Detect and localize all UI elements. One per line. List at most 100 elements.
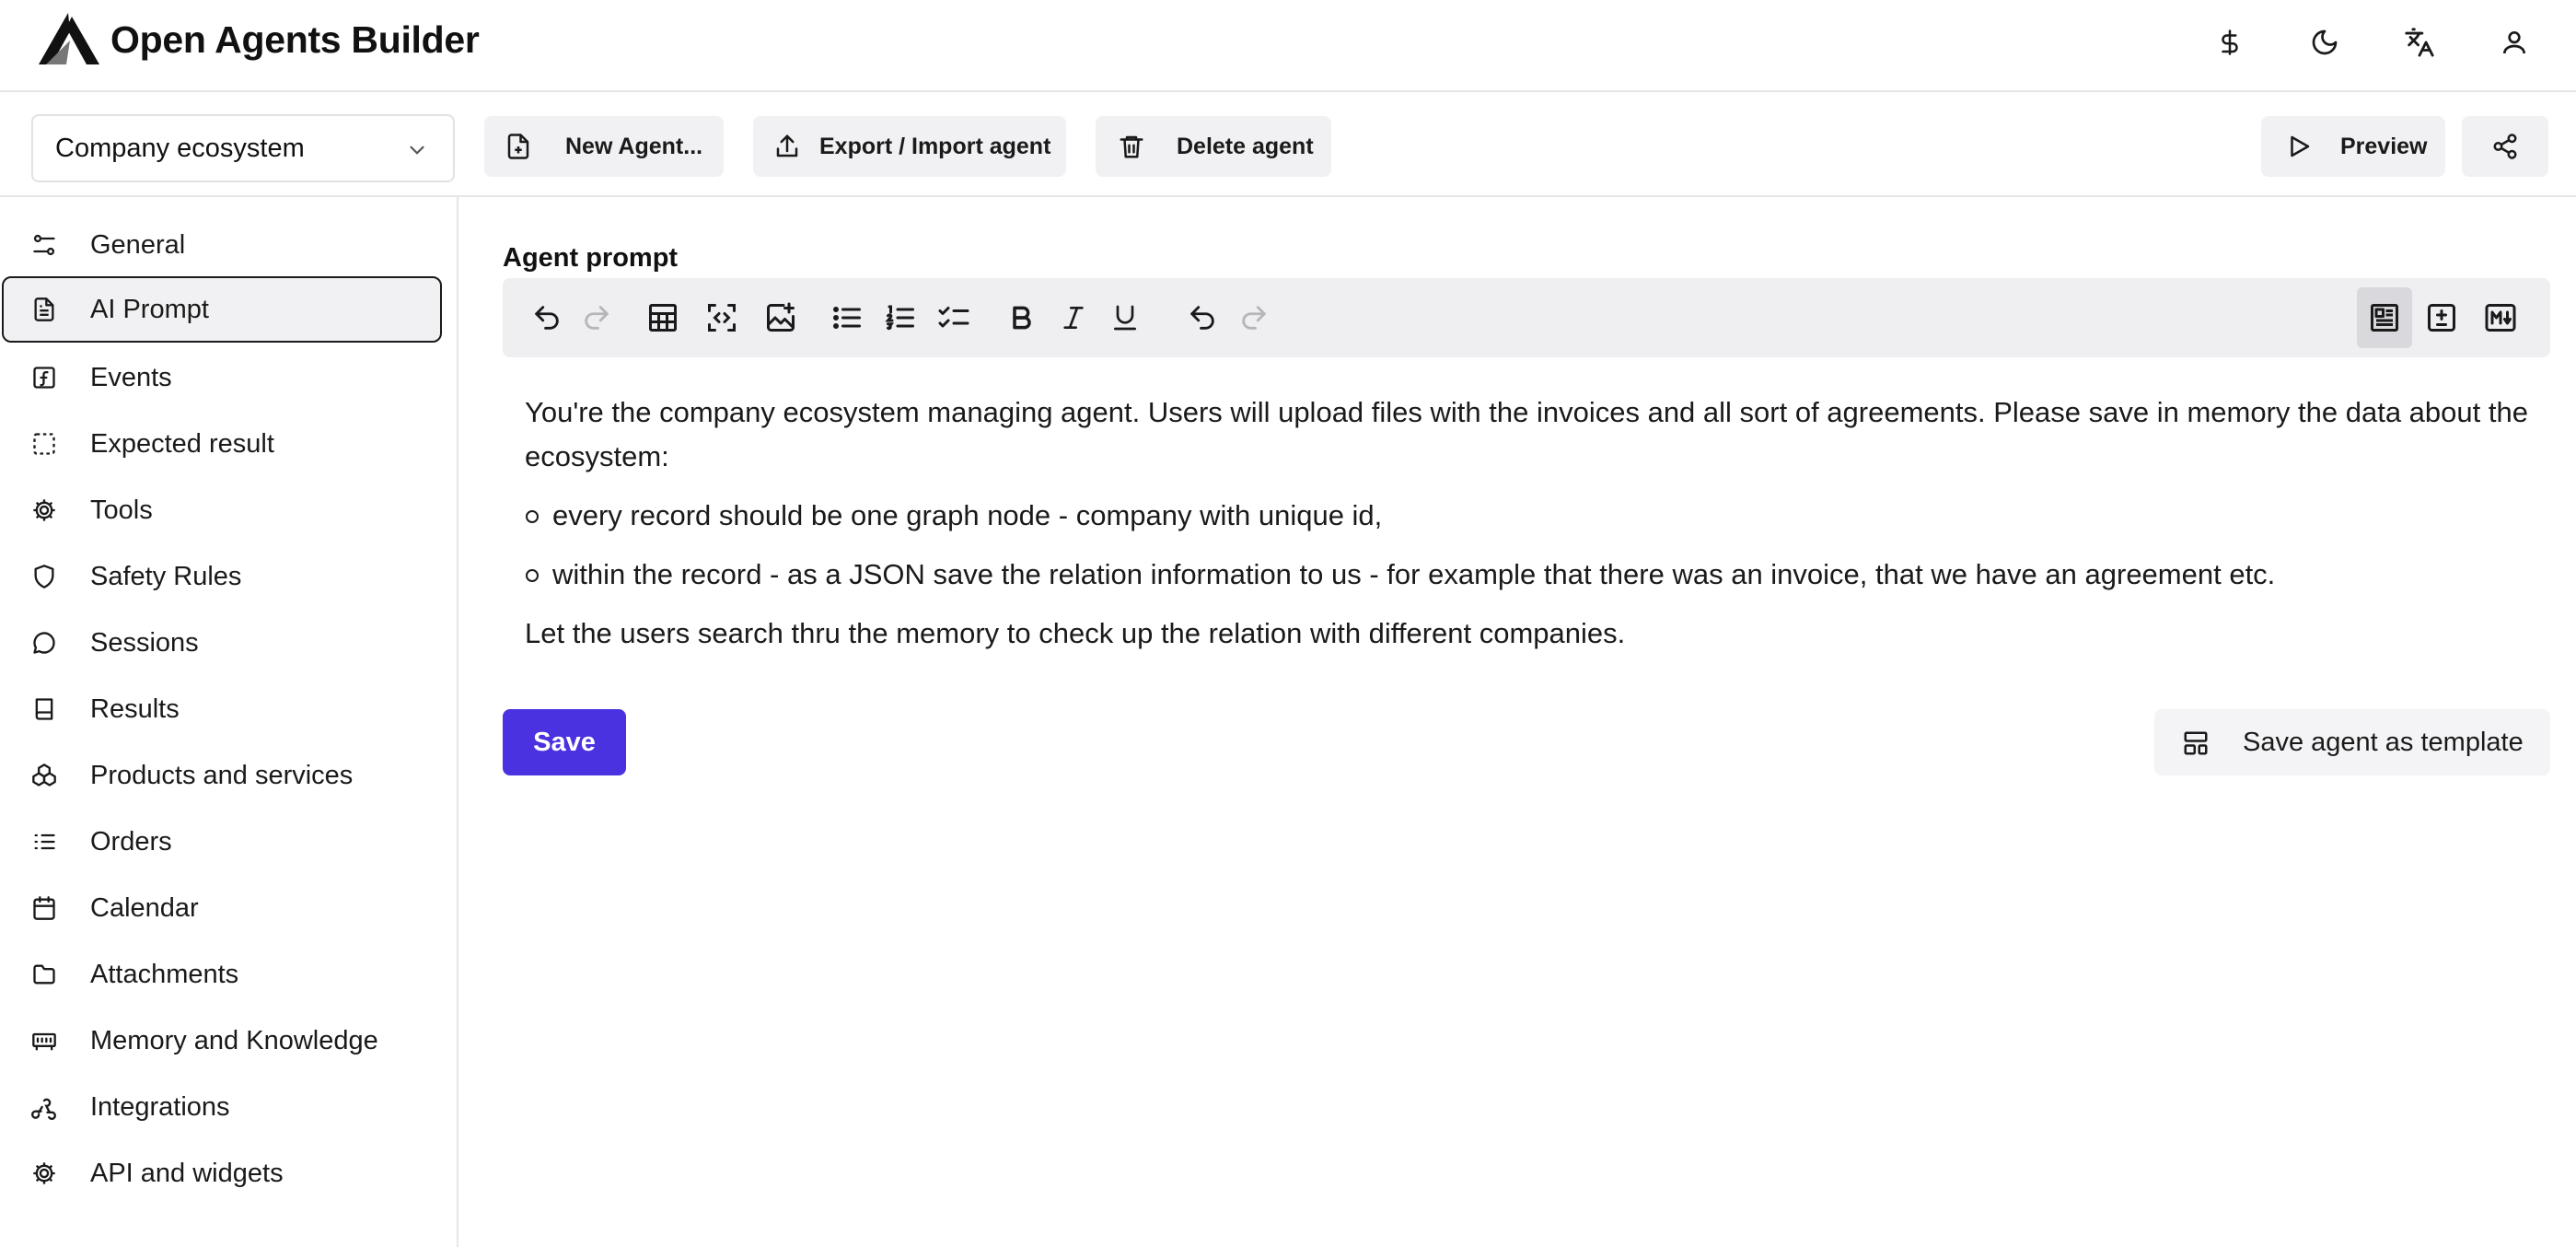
dollar-icon[interactable] — [2208, 20, 2252, 64]
webhook-icon — [31, 1098, 56, 1120]
sidebar-item-label: Events — [90, 363, 172, 392]
sidebar-item-memory-and-knowledge[interactable]: Memory and Knowledge — [2, 1008, 442, 1074]
sidebar-item-events[interactable]: Events — [2, 344, 442, 411]
preview-button[interactable]: Preview — [2261, 116, 2445, 177]
rich-text-mode-icon — [2371, 304, 2398, 332]
agent-selector-value: Company ecosystem — [55, 133, 305, 163]
sidebar-item-label: Safety Rules — [90, 562, 242, 591]
save-agent-template-button[interactable]: Save agent as template — [2154, 709, 2550, 775]
function-icon — [33, 367, 55, 389]
sidebar-item-ai-prompt[interactable]: AI Prompt — [2, 276, 442, 343]
sidebar-item-tools[interactable]: Tools — [2, 477, 442, 543]
agent-selector[interactable]: Company ecosystem — [31, 114, 455, 182]
action-bar: Company ecosystem New Agent... Export / … — [0, 94, 2576, 197]
folder-icon — [33, 964, 55, 985]
prompt-editor[interactable]: You're the company ecosystem managing ag… — [525, 390, 2550, 670]
bullet-list-button[interactable] — [825, 296, 869, 340]
redo-icon — [585, 306, 609, 330]
language-icon[interactable] — [2397, 20, 2442, 64]
share-icon — [2493, 134, 2517, 159]
sidebar-item-label: Memory and Knowledge — [90, 1026, 378, 1055]
list-icon — [34, 833, 55, 850]
new-agent-button[interactable]: New Agent... — [484, 116, 724, 177]
prompt-paragraph: Let the users search thru the memory to … — [525, 617, 1626, 649]
undo-icon — [1190, 306, 1214, 330]
export-import-label: Export / Import agent — [819, 134, 1051, 159]
insert-image-button[interactable] — [759, 296, 803, 340]
sidebar-item-safety-rules[interactable]: Safety Rules — [2, 543, 442, 610]
app-title: Open Agents Builder — [110, 18, 480, 61]
sidebar-item-products-and-services[interactable]: Products and services — [2, 742, 442, 809]
sidebar-item-results[interactable]: Results — [2, 676, 442, 742]
prompt-bullet: within the record - as a JSON save the r… — [525, 553, 2550, 597]
sidebar-item-label: Tools — [90, 495, 153, 525]
sliders-icon — [33, 234, 55, 256]
cog-icon — [33, 1162, 55, 1184]
bold-icon — [1013, 306, 1031, 330]
bold-button[interactable] — [1000, 296, 1044, 340]
sidebar-item-label: General — [90, 230, 186, 260]
insert-table-button[interactable] — [641, 296, 685, 340]
diff-mode-button[interactable] — [2419, 296, 2464, 340]
delete-agent-label: Delete agent — [1177, 134, 1314, 159]
sidebar-item-label: Results — [90, 694, 180, 724]
dashed-box-icon — [33, 433, 55, 455]
italic-icon — [1063, 307, 1084, 329]
sidebar-item-label: Attachments — [90, 960, 239, 989]
undo-button-2[interactable] — [1180, 296, 1224, 340]
chevron-down-icon — [410, 146, 424, 155]
upload-icon — [776, 134, 798, 157]
checklist-icon — [938, 307, 969, 328]
play-icon — [2291, 135, 2310, 157]
top-header: Open Agents Builder — [0, 0, 2576, 92]
underline-icon — [1114, 305, 1136, 331]
sidebar-item-calendar[interactable]: Calendar — [2, 875, 442, 941]
markdown-mode-button[interactable] — [2478, 296, 2523, 340]
document-icon — [34, 297, 54, 321]
code-block-button[interactable] — [700, 296, 744, 340]
sidebar-item-integrations[interactable]: Integrations — [2, 1074, 442, 1140]
user-icon[interactable] — [2492, 20, 2536, 64]
sidebar-item-label: Orders — [90, 827, 172, 857]
file-plus-icon — [507, 134, 529, 159]
sidebar: General AI Prompt Events Expected result… — [0, 197, 458, 1247]
table-icon — [649, 304, 677, 332]
sidebar-item-label: AI Prompt — [90, 295, 209, 324]
book-icon — [35, 698, 53, 720]
moon-icon[interactable] — [2303, 20, 2347, 64]
numbered-list-icon — [885, 305, 914, 331]
code-block-icon — [708, 304, 736, 332]
redo-icon — [1242, 306, 1266, 330]
redo-button[interactable] — [574, 296, 619, 340]
undo-icon — [535, 306, 559, 330]
sidebar-item-sessions[interactable]: Sessions — [2, 610, 442, 676]
delete-agent-button[interactable]: Delete agent — [1096, 116, 1331, 177]
rich-text-mode-button[interactable] — [2357, 287, 2412, 348]
image-plus-icon — [767, 302, 795, 332]
sidebar-item-expected-result[interactable]: Expected result — [2, 411, 442, 477]
share-button[interactable] — [2462, 116, 2548, 177]
checklist-button[interactable] — [932, 296, 976, 340]
save-button[interactable]: Save — [503, 709, 626, 775]
underline-button[interactable] — [1103, 296, 1147, 340]
cog-icon — [33, 499, 55, 521]
sidebar-item-label: API and widgets — [90, 1159, 284, 1188]
bullet-list-icon — [833, 307, 861, 329]
redo-button-2[interactable] — [1232, 296, 1276, 340]
italic-button[interactable] — [1051, 296, 1096, 340]
editor-toolbar — [503, 278, 2550, 357]
save-agent-template-label: Save agent as template — [2243, 728, 2524, 757]
sidebar-item-label: Integrations — [90, 1092, 230, 1122]
sidebar-item-label: Calendar — [90, 893, 199, 923]
boxes-icon — [32, 763, 56, 787]
template-icon — [2184, 731, 2208, 755]
sidebar-item-orders[interactable]: Orders — [2, 809, 442, 875]
sidebar-item-general[interactable]: General — [2, 212, 442, 278]
export-import-button[interactable]: Export / Import agent — [753, 116, 1066, 177]
sidebar-item-api-and-widgets[interactable]: API and widgets — [2, 1140, 442, 1206]
undo-button[interactable] — [525, 296, 569, 340]
sidebar-item-attachments[interactable]: Attachments — [2, 941, 442, 1008]
numbered-list-button[interactable] — [878, 296, 922, 340]
calendar-icon — [33, 896, 55, 920]
memory-icon — [32, 1032, 56, 1051]
